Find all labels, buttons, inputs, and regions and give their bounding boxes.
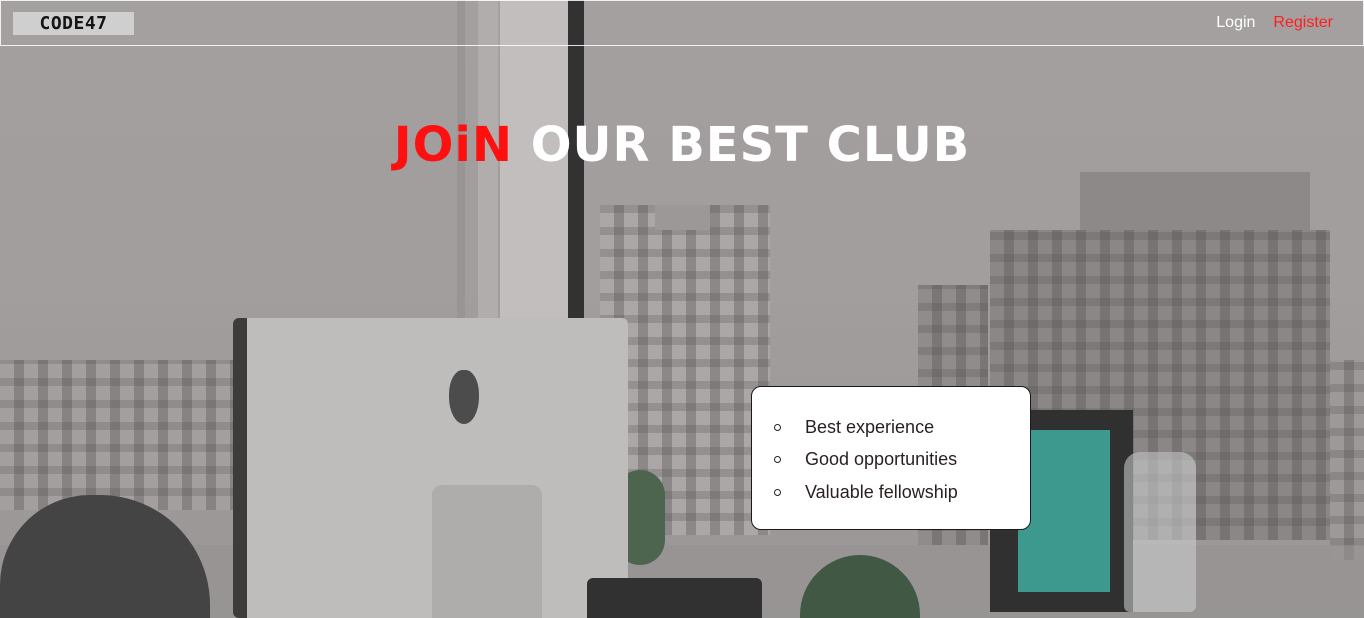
site-logo[interactable]: CODE47 [13,11,134,35]
benefits-card: Best experience Good opportunities Valua… [751,386,1031,530]
benefit-item: Best experience [774,411,1020,444]
benefit-item: Good opportunities [774,444,1020,477]
circle-bullet-icon [774,456,781,464]
benefit-label: Best experience [805,416,935,437]
nav-links: Login Register [1216,14,1333,32]
benefit-label: Good opportunities [805,449,958,470]
background-photo [0,0,1364,618]
benefit-label: Valuable fellowship [805,481,958,502]
hero-title-rest: OUR BEST CLUB [530,117,971,173]
benefit-item: Valuable fellowship [774,476,1020,509]
login-link[interactable]: Login [1216,14,1255,32]
benefits-list: Best experience Good opportunities Valua… [774,411,1020,509]
hero-title: JOiN OUR BEST CLUB [0,113,1364,177]
circle-bullet-icon [774,423,781,431]
navbar: CODE47 Login Register [0,0,1364,46]
circle-bullet-icon [774,488,781,496]
register-link[interactable]: Register [1273,14,1333,32]
hero-title-accent: JOiN [393,117,514,173]
